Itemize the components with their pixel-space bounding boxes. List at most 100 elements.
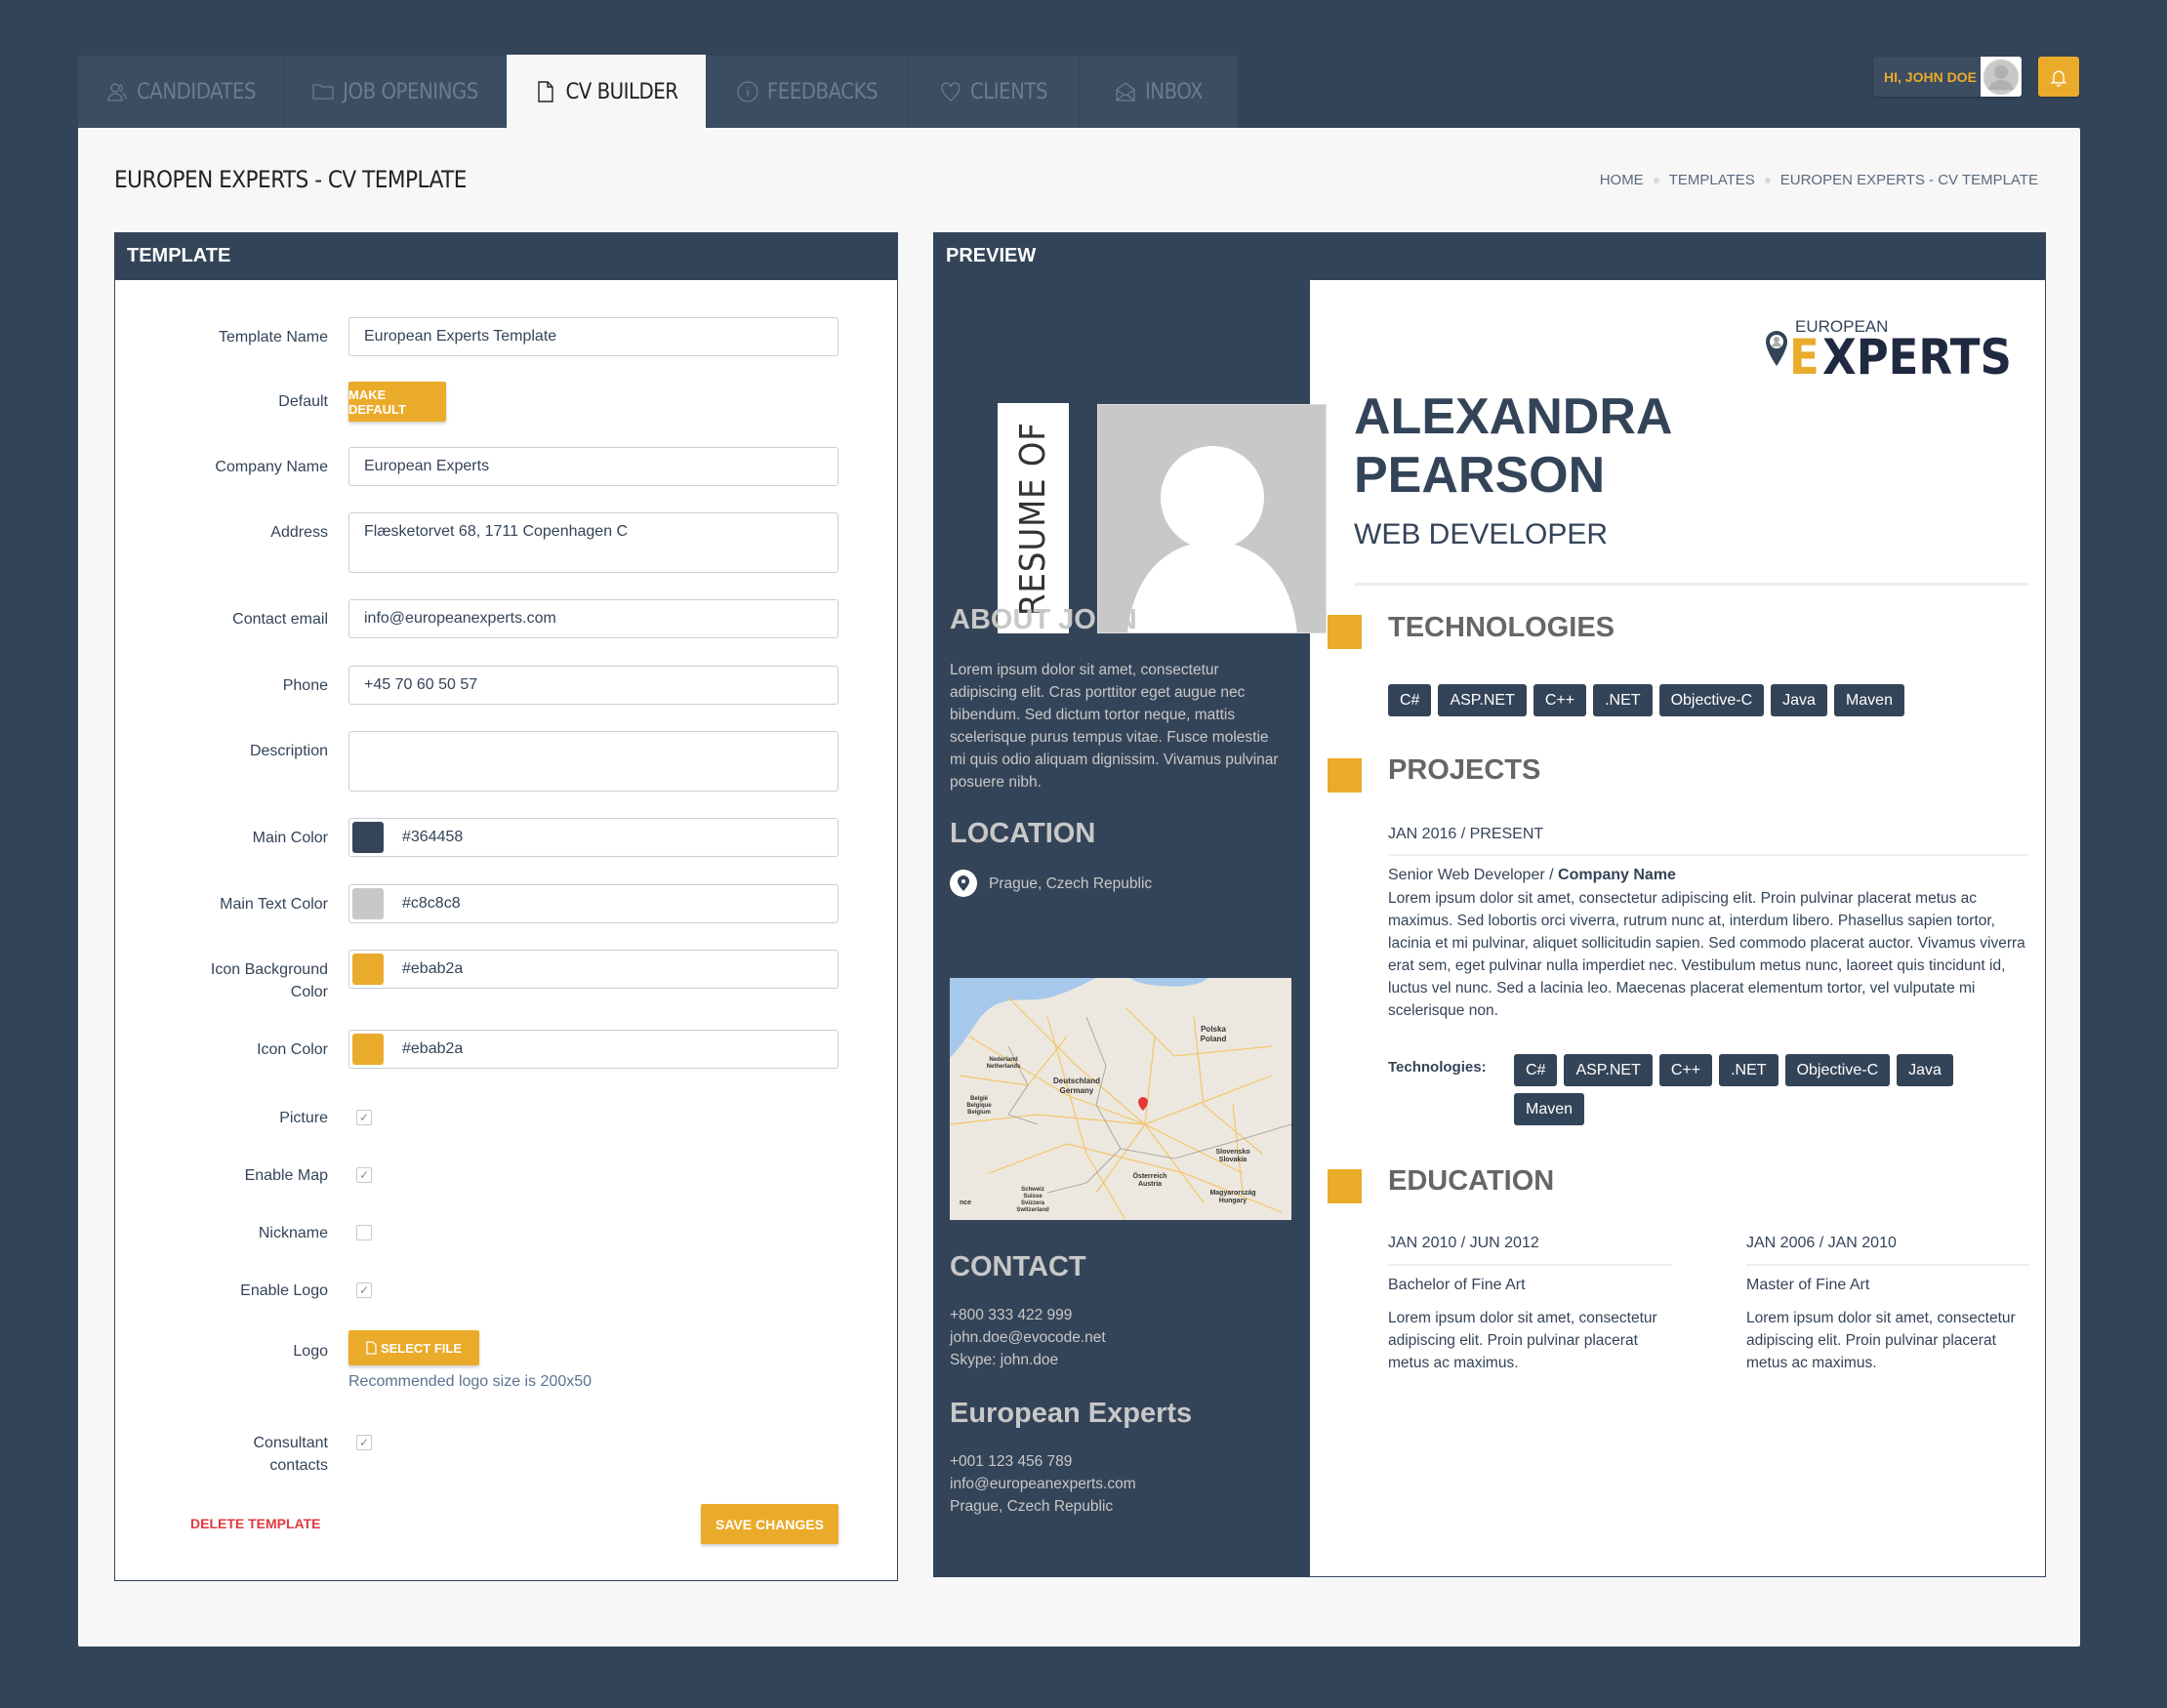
- icon-color-input[interactable]: #ebab2a: [348, 1030, 838, 1069]
- map-image: Polska Poland Deutschland Germany Nederlan…: [950, 978, 1291, 1220]
- profile-photo: [1097, 404, 1327, 633]
- file-icon: [538, 81, 554, 102]
- icon-bg-color-input[interactable]: #ebab2a: [348, 950, 838, 989]
- main-color-input[interactable]: #364458: [348, 818, 838, 857]
- project-period: JAN 2016 / PRESENT: [1388, 826, 1544, 842]
- phone-input[interactable]: +45 70 60 50 57: [348, 666, 838, 705]
- icon-color-label: Icon Color: [257, 1041, 328, 1058]
- user-menu[interactable]: HI, JOHN DOE: [1873, 57, 2022, 97]
- save-changes-button[interactable]: SAVE CHANGES: [701, 1504, 838, 1544]
- main-text-color-swatch[interactable]: [352, 888, 384, 919]
- icon-bg-color-swatch[interactable]: [352, 954, 384, 985]
- contact-email-input[interactable]: info@europeanexperts.com: [348, 599, 838, 638]
- tab-job-openings[interactable]: JOB OPENINGS: [284, 56, 507, 128]
- tech-tag: Maven: [1514, 1093, 1585, 1125]
- main-color-label: Main Color: [252, 830, 328, 846]
- enable-logo-label: Enable Logo: [240, 1282, 328, 1299]
- resume-of-label: RESUME OF: [998, 403, 1069, 633]
- template-name-label: Template Name: [218, 329, 328, 346]
- tab-clients[interactable]: CLIENTS: [908, 56, 1080, 128]
- default-label: Default: [278, 393, 328, 410]
- breadcrumb-current: EUROPEN EXPERTS - CV TEMPLATE: [1779, 172, 2038, 188]
- tab-cv-builder[interactable]: CV BUILDER: [507, 55, 707, 129]
- icon-bg-color-label: Icon Background Color: [210, 961, 328, 1000]
- template-name-input[interactable]: European Experts Template: [348, 317, 838, 356]
- nickname-checkbox[interactable]: [356, 1225, 372, 1240]
- enable-map-checkbox[interactable]: ✓: [356, 1167, 372, 1183]
- main-color-swatch[interactable]: [352, 822, 384, 853]
- description-textarea[interactable]: [348, 731, 838, 792]
- tab-label: CANDIDATES: [136, 79, 257, 104]
- make-default-button[interactable]: MAKE DEFAULT: [348, 382, 446, 422]
- tab-label: FEEDBACKS: [766, 79, 879, 104]
- breadcrumb-separator: [1764, 177, 1771, 183]
- logo-first-letter: E: [1789, 329, 1819, 386]
- company-heading: European Experts: [950, 1398, 1193, 1429]
- resume-main: EUROPEAN E XPERTS ALEXANDRA PEARSON WEB …: [1311, 280, 2045, 1576]
- breadcrumb-home[interactable]: HOME: [1600, 172, 1644, 188]
- phone-label: Phone: [282, 677, 328, 694]
- contact-heading: CONTACT: [950, 1251, 1086, 1282]
- picture-checkbox[interactable]: ✓: [356, 1110, 372, 1125]
- map-pin-icon: [958, 875, 969, 891]
- project-role: Senior Web Developer /: [1388, 867, 1559, 883]
- folder-icon: [312, 84, 334, 100]
- technologies-icon: [1328, 615, 1362, 649]
- about-heading: ABOUT JOHN: [950, 604, 1137, 635]
- breadcrumb-templates[interactable]: TEMPLATES: [1669, 172, 1755, 188]
- select-file-label: SELECT FILE: [380, 1340, 463, 1356]
- contact-skype: Skype: john.doe: [950, 1352, 1059, 1368]
- tab-inbox[interactable]: INBOX: [1080, 56, 1237, 128]
- check-icon: ✓: [358, 1283, 370, 1297]
- tab-feedbacks[interactable]: FEEDBACKS: [707, 56, 908, 128]
- tech-tag: Java: [1771, 684, 1827, 716]
- candidate-last-name: PEARSON: [1354, 447, 1606, 504]
- education-divider: [1746, 1264, 2029, 1266]
- tech-tag: Objective-C: [1658, 684, 1765, 716]
- consultant-contacts-label: Consultant contacts: [253, 1435, 329, 1474]
- location-text: Prague, Czech Republic: [989, 875, 1153, 892]
- icon-color-swatch[interactable]: [352, 1034, 384, 1065]
- project-description: Lorem ipsum dolor sit amet, consectetur …: [1388, 890, 2025, 1019]
- company-name-input[interactable]: European Experts: [348, 447, 838, 486]
- tab-label: INBOX: [1144, 79, 1204, 104]
- enable-logo-checkbox[interactable]: ✓: [356, 1282, 372, 1298]
- tab-label: CV BUILDER: [565, 79, 678, 104]
- tab-candidates[interactable]: CANDIDATES: [78, 56, 284, 128]
- contact-email-label: Contact email: [232, 611, 328, 628]
- project-divider: [1388, 854, 2028, 856]
- delete-template-button[interactable]: DELETE TEMPLATE: [190, 1516, 321, 1531]
- candidate-first-name: ALEXANDRA: [1354, 388, 1673, 445]
- tech-tag: Java: [1897, 1054, 1953, 1086]
- company-name-label: Company Name: [215, 459, 328, 475]
- company-address: Prague, Czech Republic: [950, 1498, 1114, 1515]
- logo-rest-text: XPERTS: [1822, 329, 2012, 386]
- tech-tag: ASP.NET: [1438, 684, 1527, 716]
- logo-pin-icon: [1766, 331, 1787, 366]
- project-role-line: Senior Web Developer / Company Name: [1388, 864, 1676, 886]
- location-map[interactable]: Polska Poland Deutschland Germany Nederlan…: [950, 978, 1291, 1220]
- main-text-color-value: #c8c8c8: [402, 895, 461, 912]
- projects-icon: [1328, 758, 1362, 793]
- tech-tag: C++: [1658, 1054, 1713, 1086]
- main-text-color-input[interactable]: #c8c8c8: [348, 884, 838, 923]
- projects-heading: PROJECTS: [1388, 754, 1541, 786]
- resume-of-text: RESUME OF: [1013, 421, 1053, 616]
- map-label-poland: Polska Poland: [1201, 1025, 1227, 1043]
- tech-tag: .NET: [1593, 684, 1653, 716]
- notifications-button[interactable]: [2038, 57, 2079, 97]
- tech-tag: Maven: [1833, 684, 1904, 716]
- location-heading: LOCATION: [950, 818, 1096, 849]
- education-degree: Bachelor of Fine Art: [1388, 1277, 1526, 1293]
- project-company: Company Name: [1558, 867, 1676, 883]
- tech-tag: ASP.NET: [1564, 1054, 1653, 1086]
- map-label-slovakia: Slovensko Slovakia: [1215, 1149, 1249, 1163]
- info-icon: [737, 81, 758, 102]
- select-file-button[interactable]: SELECT FILE: [348, 1330, 479, 1365]
- avatar: [1981, 57, 2022, 97]
- consultant-contacts-checkbox[interactable]: ✓: [356, 1435, 372, 1450]
- tech-tag: C#: [1388, 684, 1432, 716]
- address-textarea[interactable]: Flæsketorvet 68, 1711 Copenhagen C: [348, 512, 838, 573]
- main-color-value: #364458: [402, 829, 464, 845]
- icon-bg-color-value: #ebab2a: [402, 960, 464, 977]
